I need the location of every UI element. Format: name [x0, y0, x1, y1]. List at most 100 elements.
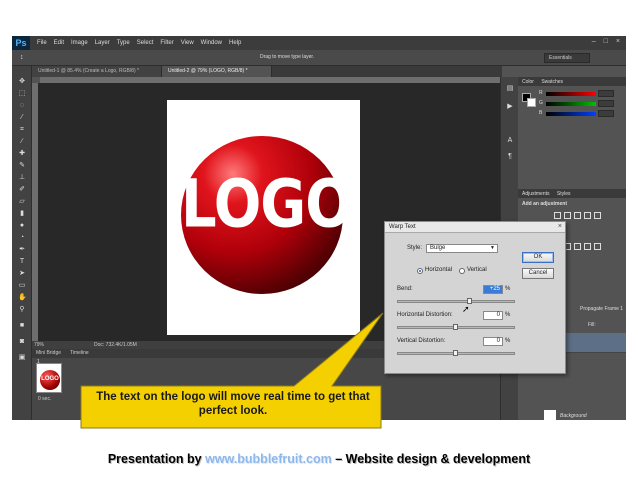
horizontal-distortion-slider[interactable] [397, 324, 515, 330]
blur-tool-icon[interactable]: ● [18, 222, 26, 229]
tab-styles[interactable]: Styles [557, 191, 571, 197]
crop-tool-icon[interactable]: ⌗ [18, 126, 26, 133]
logo-text[interactable]: LOGO [181, 166, 353, 243]
gradient-tool-icon[interactable]: ▮ [18, 210, 26, 217]
healing-brush-icon[interactable]: ✚ [18, 150, 26, 157]
red-slider[interactable] [546, 92, 596, 96]
history-brush-icon[interactable]: ✐ [18, 186, 26, 193]
blue-value[interactable] [598, 110, 614, 117]
menu-view[interactable]: View [181, 40, 194, 46]
vertical-distortion-slider[interactable] [397, 350, 515, 356]
options-bar: ↕ Drag to move type layer. Essentials [12, 50, 626, 66]
horizontal-distortion-percent: % [505, 312, 511, 318]
selective-color-icon[interactable] [594, 243, 601, 250]
red-value[interactable] [598, 90, 614, 97]
tab-swatches[interactable]: Swatches [541, 79, 563, 85]
curves-icon[interactable] [574, 212, 581, 219]
propagate-frame[interactable]: Propagate Frame 1 [580, 306, 623, 312]
menu-type[interactable]: Type [117, 40, 130, 46]
zoom-tool-icon[interactable]: ⚲ [18, 306, 26, 313]
threshold-icon[interactable] [574, 243, 581, 250]
menu-window[interactable]: Window [201, 40, 222, 46]
cancel-button[interactable]: Cancel [522, 268, 554, 279]
warp-text-dialog: Warp Text × Style: Bulge ▼ Horizontal Ve… [384, 221, 566, 374]
close-icon[interactable]: × [616, 38, 620, 45]
menu-select[interactable]: Select [137, 40, 154, 46]
vertical-radio[interactable] [459, 268, 465, 274]
levels-icon[interactable] [564, 212, 571, 219]
blue-slider[interactable] [546, 112, 596, 116]
minimize-icon[interactable]: – [592, 38, 596, 45]
menu-filter[interactable]: Filter [160, 40, 173, 46]
horizontal-distortion-knob[interactable] [453, 324, 458, 330]
character-panel-icon[interactable]: A [506, 137, 514, 144]
document-canvas[interactable]: LOGO [167, 100, 360, 335]
ok-button[interactable]: OK [522, 252, 554, 263]
horizontal-distortion-input[interactable]: 0 [483, 311, 503, 320]
quick-mask-icon[interactable]: ◙ [18, 338, 26, 345]
zoom-level[interactable]: 79% [34, 342, 44, 348]
eraser-tool-icon[interactable]: ▱ [18, 198, 26, 205]
bend-percent: % [505, 286, 511, 292]
chevron-down-icon: ▼ [490, 245, 495, 251]
workspace-select[interactable]: Essentials [544, 53, 590, 63]
foreground-color-icon[interactable]: ■ [18, 322, 26, 329]
screen-mode-icon[interactable]: ▣ [18, 354, 26, 361]
horizontal-distortion-label: Horizontal Distortion: [397, 312, 453, 318]
menu-file[interactable]: File [37, 40, 47, 46]
horizontal-radio[interactable] [417, 268, 423, 274]
paragraph-panel-icon[interactable]: ¶ [506, 153, 514, 160]
tab-untitled-2[interactable]: Untitled-2 @ 79% (LOGO, RGB/8) * [162, 66, 272, 77]
close-icon[interactable]: × [558, 223, 562, 230]
lasso-tool-icon[interactable]: ◌ [18, 102, 26, 109]
move-tool-icon[interactable]: ↕ [20, 54, 24, 61]
menu-help[interactable]: Help [229, 40, 241, 46]
history-panel-icon[interactable]: ▤ [506, 85, 514, 92]
actions-panel-icon[interactable]: ▶ [506, 103, 514, 110]
clone-stamp-icon[interactable]: ⊥ [18, 174, 26, 181]
pen-tool-icon[interactable]: ✒ [18, 246, 26, 253]
exposure-icon[interactable] [584, 212, 591, 219]
menu-image[interactable]: Image [71, 40, 88, 46]
tab-timeline[interactable]: Timeline [70, 350, 89, 356]
label-r: R [539, 90, 543, 96]
menu-edit[interactable]: Edit [54, 40, 64, 46]
tab-color[interactable]: Color [522, 79, 534, 85]
dodge-tool-icon[interactable]: ◔ [18, 234, 26, 241]
tools-panel: ✥ ⬚ ◌ ⁄ ⌗ ∕ ✚ ✎ ⊥ ✐ ▱ ▮ ● ◔ ✒ T ➤ ▭ ✋ ⚲ … [12, 66, 32, 420]
brush-tool-icon[interactable]: ✎ [18, 162, 26, 169]
tab-adjustments[interactable]: Adjustments [522, 191, 550, 197]
path-select-icon[interactable]: ➤ [18, 270, 26, 277]
type-tool-icon[interactable]: T [18, 258, 26, 265]
style-dropdown[interactable]: Bulge ▼ [426, 244, 498, 253]
shape-tool-icon[interactable]: ▭ [18, 282, 26, 289]
menu-layer[interactable]: Layer [95, 40, 110, 46]
tab-untitled-1[interactable]: Untitled-1 @ 85.4% (Create a Logo, RGB/8… [32, 66, 162, 77]
frame-delay[interactable]: 0 sec. [38, 396, 51, 402]
green-value[interactable] [598, 100, 614, 107]
photoshop-window: Ps File Edit Image Layer Type Select Fil… [12, 36, 626, 420]
move-tool-icon[interactable]: ✥ [18, 78, 26, 85]
bend-input[interactable]: +25 [483, 285, 503, 294]
magic-wand-icon[interactable]: ⁄ [18, 114, 26, 121]
bend-slider[interactable] [397, 298, 515, 304]
footer-prefix: Presentation by [107, 452, 206, 466]
vibrance-icon[interactable] [594, 212, 601, 219]
label-g: G [539, 100, 543, 106]
marquee-tool-icon[interactable]: ⬚ [18, 90, 26, 97]
vertical-distortion-knob[interactable] [453, 350, 458, 356]
green-slider[interactable] [546, 102, 596, 106]
layer-background[interactable]: Background [518, 406, 626, 420]
tab-mini-bridge[interactable]: Mini Bridge [36, 350, 61, 356]
hand-tool-icon[interactable]: ✋ [18, 294, 27, 301]
background-swatch[interactable] [527, 98, 536, 107]
maximize-icon[interactable]: □ [604, 38, 608, 45]
footer-link[interactable]: www.bubblefruit.com [205, 452, 332, 466]
brightness-icon[interactable] [554, 212, 561, 219]
vertical-distortion-input[interactable]: 0 [483, 337, 503, 346]
fill-label: Fill: [588, 322, 596, 328]
gradient-map-icon[interactable] [584, 243, 591, 250]
thumbnail-logo-text: LOGO [41, 376, 59, 382]
frame-thumbnail[interactable]: LOGO [36, 363, 62, 393]
eyedropper-icon[interactable]: ∕ [18, 138, 26, 145]
